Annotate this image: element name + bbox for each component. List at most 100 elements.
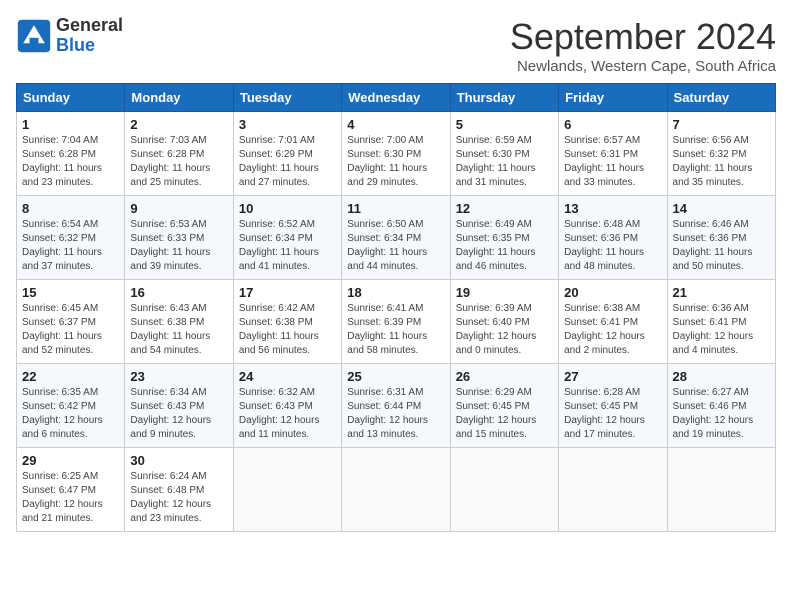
day-number: 22 bbox=[22, 369, 119, 384]
calendar-week-row: 8 Sunrise: 6:54 AM Sunset: 6:32 PM Dayli… bbox=[17, 196, 776, 280]
sunrise-label: Sunrise: 6:54 AM bbox=[22, 219, 98, 230]
sunrise-label: Sunrise: 6:45 AM bbox=[22, 303, 98, 314]
day-info: Sunrise: 6:25 AM Sunset: 6:47 PM Dayligh… bbox=[22, 470, 119, 526]
daylight-label: Daylight: 11 hours and 41 minutes. bbox=[239, 247, 319, 272]
day-number: 7 bbox=[673, 117, 770, 132]
logo: General Blue bbox=[16, 16, 123, 56]
sunset-label: Sunset: 6:37 PM bbox=[22, 317, 96, 328]
sunrise-label: Sunrise: 7:00 AM bbox=[347, 135, 423, 146]
calendar-cell: 25 Sunrise: 6:31 AM Sunset: 6:44 PM Dayl… bbox=[342, 364, 450, 448]
calendar-cell bbox=[559, 448, 667, 532]
daylight-label: Daylight: 12 hours and 2 minutes. bbox=[564, 331, 645, 356]
daylight-label: Daylight: 12 hours and 4 minutes. bbox=[673, 331, 754, 356]
sunset-label: Sunset: 6:28 PM bbox=[22, 149, 96, 160]
calendar-cell: 30 Sunrise: 6:24 AM Sunset: 6:48 PM Dayl… bbox=[125, 448, 233, 532]
day-info: Sunrise: 6:39 AM Sunset: 6:40 PM Dayligh… bbox=[456, 302, 553, 358]
sunset-label: Sunset: 6:48 PM bbox=[130, 485, 204, 496]
col-thursday: Thursday bbox=[450, 84, 558, 112]
day-info: Sunrise: 6:35 AM Sunset: 6:42 PM Dayligh… bbox=[22, 386, 119, 442]
daylight-label: Daylight: 11 hours and 33 minutes. bbox=[564, 163, 644, 188]
calendar-cell: 17 Sunrise: 6:42 AM Sunset: 6:38 PM Dayl… bbox=[233, 280, 341, 364]
col-wednesday: Wednesday bbox=[342, 84, 450, 112]
sunrise-label: Sunrise: 6:39 AM bbox=[456, 303, 532, 314]
day-number: 3 bbox=[239, 117, 336, 132]
sunrise-label: Sunrise: 7:01 AM bbox=[239, 135, 315, 146]
day-number: 17 bbox=[239, 285, 336, 300]
sunrise-label: Sunrise: 6:49 AM bbox=[456, 219, 532, 230]
daylight-label: Daylight: 11 hours and 52 minutes. bbox=[22, 331, 102, 356]
day-info: Sunrise: 6:27 AM Sunset: 6:46 PM Dayligh… bbox=[673, 386, 770, 442]
calendar-cell: 21 Sunrise: 6:36 AM Sunset: 6:41 PM Dayl… bbox=[667, 280, 775, 364]
day-info: Sunrise: 6:32 AM Sunset: 6:43 PM Dayligh… bbox=[239, 386, 336, 442]
calendar-week-row: 29 Sunrise: 6:25 AM Sunset: 6:47 PM Dayl… bbox=[17, 448, 776, 532]
day-number: 30 bbox=[130, 453, 227, 468]
calendar-cell: 6 Sunrise: 6:57 AM Sunset: 6:31 PM Dayli… bbox=[559, 112, 667, 196]
daylight-label: Daylight: 12 hours and 6 minutes. bbox=[22, 415, 103, 440]
calendar-week-row: 15 Sunrise: 6:45 AM Sunset: 6:37 PM Dayl… bbox=[17, 280, 776, 364]
sunset-label: Sunset: 6:31 PM bbox=[564, 149, 638, 160]
sunset-label: Sunset: 6:45 PM bbox=[456, 401, 530, 412]
calendar-cell bbox=[667, 448, 775, 532]
sunrise-label: Sunrise: 6:24 AM bbox=[130, 471, 206, 482]
daylight-label: Daylight: 11 hours and 58 minutes. bbox=[347, 331, 427, 356]
daylight-label: Daylight: 11 hours and 54 minutes. bbox=[130, 331, 210, 356]
day-number: 12 bbox=[456, 201, 553, 216]
sunset-label: Sunset: 6:43 PM bbox=[130, 401, 204, 412]
day-info: Sunrise: 7:00 AM Sunset: 6:30 PM Dayligh… bbox=[347, 134, 444, 190]
sunrise-label: Sunrise: 6:36 AM bbox=[673, 303, 749, 314]
daylight-label: Daylight: 11 hours and 44 minutes. bbox=[347, 247, 427, 272]
sunrise-label: Sunrise: 6:29 AM bbox=[456, 387, 532, 398]
daylight-label: Daylight: 11 hours and 39 minutes. bbox=[130, 247, 210, 272]
sunset-label: Sunset: 6:29 PM bbox=[239, 149, 313, 160]
daylight-label: Daylight: 11 hours and 48 minutes. bbox=[564, 247, 644, 272]
day-info: Sunrise: 7:03 AM Sunset: 6:28 PM Dayligh… bbox=[130, 134, 227, 190]
day-info: Sunrise: 6:38 AM Sunset: 6:41 PM Dayligh… bbox=[564, 302, 661, 358]
calendar-cell: 28 Sunrise: 6:27 AM Sunset: 6:46 PM Dayl… bbox=[667, 364, 775, 448]
daylight-label: Daylight: 11 hours and 25 minutes. bbox=[130, 163, 210, 188]
day-info: Sunrise: 6:56 AM Sunset: 6:32 PM Dayligh… bbox=[673, 134, 770, 190]
sunrise-label: Sunrise: 6:43 AM bbox=[130, 303, 206, 314]
daylight-label: Daylight: 11 hours and 46 minutes. bbox=[456, 247, 536, 272]
sunset-label: Sunset: 6:47 PM bbox=[22, 485, 96, 496]
title-block: September 2024 Newlands, Western Cape, S… bbox=[510, 16, 776, 75]
calendar-header-row: Sunday Monday Tuesday Wednesday Thursday… bbox=[17, 84, 776, 112]
calendar-cell: 3 Sunrise: 7:01 AM Sunset: 6:29 PM Dayli… bbox=[233, 112, 341, 196]
day-info: Sunrise: 6:45 AM Sunset: 6:37 PM Dayligh… bbox=[22, 302, 119, 358]
day-info: Sunrise: 6:24 AM Sunset: 6:48 PM Dayligh… bbox=[130, 470, 227, 526]
sunrise-label: Sunrise: 6:34 AM bbox=[130, 387, 206, 398]
sunset-label: Sunset: 6:36 PM bbox=[673, 233, 747, 244]
day-number: 20 bbox=[564, 285, 661, 300]
sunset-label: Sunset: 6:42 PM bbox=[22, 401, 96, 412]
day-number: 19 bbox=[456, 285, 553, 300]
daylight-label: Daylight: 11 hours and 29 minutes. bbox=[347, 163, 427, 188]
sunset-label: Sunset: 6:45 PM bbox=[564, 401, 638, 412]
col-monday: Monday bbox=[125, 84, 233, 112]
day-number: 24 bbox=[239, 369, 336, 384]
logo-icon bbox=[16, 18, 52, 54]
calendar-cell bbox=[233, 448, 341, 532]
day-info: Sunrise: 6:42 AM Sunset: 6:38 PM Dayligh… bbox=[239, 302, 336, 358]
calendar-cell: 20 Sunrise: 6:38 AM Sunset: 6:41 PM Dayl… bbox=[559, 280, 667, 364]
day-number: 26 bbox=[456, 369, 553, 384]
sunset-label: Sunset: 6:41 PM bbox=[673, 317, 747, 328]
sunrise-label: Sunrise: 6:46 AM bbox=[673, 219, 749, 230]
sunset-label: Sunset: 6:34 PM bbox=[347, 233, 421, 244]
day-info: Sunrise: 6:29 AM Sunset: 6:45 PM Dayligh… bbox=[456, 386, 553, 442]
sunset-label: Sunset: 6:28 PM bbox=[130, 149, 204, 160]
day-info: Sunrise: 6:48 AM Sunset: 6:36 PM Dayligh… bbox=[564, 218, 661, 274]
daylight-label: Daylight: 11 hours and 37 minutes. bbox=[22, 247, 102, 272]
sunset-label: Sunset: 6:40 PM bbox=[456, 317, 530, 328]
sunset-label: Sunset: 6:41 PM bbox=[564, 317, 638, 328]
day-number: 1 bbox=[22, 117, 119, 132]
daylight-label: Daylight: 11 hours and 23 minutes. bbox=[22, 163, 102, 188]
sunset-label: Sunset: 6:32 PM bbox=[673, 149, 747, 160]
sunrise-label: Sunrise: 6:50 AM bbox=[347, 219, 423, 230]
month-title: September 2024 bbox=[510, 16, 776, 58]
daylight-label: Daylight: 11 hours and 31 minutes. bbox=[456, 163, 536, 188]
daylight-label: Daylight: 12 hours and 17 minutes. bbox=[564, 415, 645, 440]
day-info: Sunrise: 6:57 AM Sunset: 6:31 PM Dayligh… bbox=[564, 134, 661, 190]
sunrise-label: Sunrise: 7:03 AM bbox=[130, 135, 206, 146]
daylight-label: Daylight: 12 hours and 23 minutes. bbox=[130, 499, 211, 524]
col-sunday: Sunday bbox=[17, 84, 125, 112]
logo-general: General bbox=[56, 16, 123, 36]
